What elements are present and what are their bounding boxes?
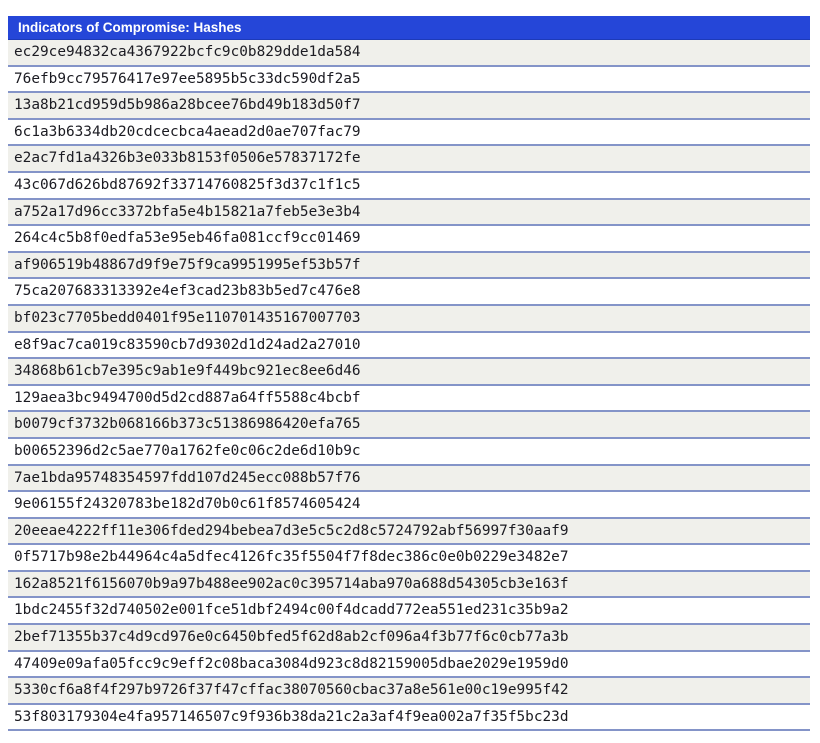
table-row: 129aea3bc9494700d5d2cd887a64ff5588c4bcbf (8, 386, 810, 413)
table-row: b0079cf3732b068166b373c51386986420efa765 (8, 412, 810, 439)
hash-value: b00652396d2c5ae770a1762fe0c06c2de6d10b9c (8, 443, 361, 459)
hash-value: 53f803179304e4fa957146507c9f936b38da21c2… (8, 709, 569, 725)
table-row: 53f803179304e4fa957146507c9f936b38da21c2… (8, 705, 810, 732)
ioc-hashes-table: Indicators of Compromise: Hashes ec29ce9… (8, 16, 810, 731)
hash-value: 13a8b21cd959d5b986a28bcee76bd49b183d50f7 (8, 97, 361, 113)
hash-value: bf023c7705bedd0401f95e110701435167007703 (8, 310, 361, 326)
hash-value: 6c1a3b6334db20cdcecbca4aead2d0ae707fac79 (8, 124, 361, 140)
table-row: 13a8b21cd959d5b986a28bcee76bd49b183d50f7 (8, 93, 810, 120)
hash-value: 0f5717b98e2b44964c4a5dfec4126fc35f5504f7… (8, 549, 569, 565)
hash-value: ec29ce94832ca4367922bcfc9c0b829dde1da584 (8, 44, 361, 60)
hash-value: 1bdc2455f32d740502e001fce51dbf2494c00f4d… (8, 602, 569, 618)
hash-value: 20eeae4222ff11e306fded294bebea7d3e5c5c2d… (8, 523, 569, 539)
table-row: e8f9ac7ca019c83590cb7d9302d1d24ad2a27010 (8, 333, 810, 360)
table-row: 264c4c5b8f0edfa53e95eb46fa081ccf9cc01469 (8, 226, 810, 253)
table-row: 6c1a3b6334db20cdcecbca4aead2d0ae707fac79 (8, 120, 810, 147)
hash-value: 162a8521f6156070b9a97b488ee902ac0c395714… (8, 576, 569, 592)
table-row: 7ae1bda95748354597fdd107d245ecc088b57f76 (8, 466, 810, 493)
table-row: b00652396d2c5ae770a1762fe0c06c2de6d10b9c (8, 439, 810, 466)
table-header-title: Indicators of Compromise: Hashes (8, 16, 810, 40)
hash-value: 9e06155f24320783be182d70b0c61f8574605424 (8, 496, 361, 512)
table-row: 43c067d626bd87692f33714760825f3d37c1f1c5 (8, 173, 810, 200)
table-row: 0f5717b98e2b44964c4a5dfec4126fc35f5504f7… (8, 545, 810, 572)
table-row: 9e06155f24320783be182d70b0c61f8574605424 (8, 492, 810, 519)
hash-value: e2ac7fd1a4326b3e033b8153f0506e57837172fe (8, 150, 361, 166)
table-row: 47409e09afa05fcc9c9eff2c08baca3084d923c8… (8, 652, 810, 679)
hash-value: 34868b61cb7e395c9ab1e9f449bc921ec8ee6d46 (8, 363, 361, 379)
hash-value: 76efb9cc79576417e97ee5895b5c33dc590df2a5 (8, 71, 361, 87)
hash-value: 129aea3bc9494700d5d2cd887a64ff5588c4bcbf (8, 390, 361, 406)
hash-value: af906519b48867d9f9e75f9ca9951995ef53b57f (8, 257, 361, 273)
table-row: 76efb9cc79576417e97ee5895b5c33dc590df2a5 (8, 67, 810, 94)
hash-value: a752a17d96cc3372bfa5e4b15821a7feb5e3e3b4 (8, 204, 361, 220)
hash-value: 75ca207683313392e4ef3cad23b83b5ed7c476e8 (8, 283, 361, 299)
hash-value: b0079cf3732b068166b373c51386986420efa765 (8, 416, 361, 432)
table-row: af906519b48867d9f9e75f9ca9951995ef53b57f (8, 253, 810, 280)
table-row: e2ac7fd1a4326b3e033b8153f0506e57837172fe (8, 146, 810, 173)
table-row: a752a17d96cc3372bfa5e4b15821a7feb5e3e3b4 (8, 200, 810, 227)
hash-value: 43c067d626bd87692f33714760825f3d37c1f1c5 (8, 177, 361, 193)
table-row: 75ca207683313392e4ef3cad23b83b5ed7c476e8 (8, 279, 810, 306)
table-row: bf023c7705bedd0401f95e110701435167007703 (8, 306, 810, 333)
table-row: 162a8521f6156070b9a97b488ee902ac0c395714… (8, 572, 810, 599)
table-row: 20eeae4222ff11e306fded294bebea7d3e5c5c2d… (8, 519, 810, 546)
table-row: 1bdc2455f32d740502e001fce51dbf2494c00f4d… (8, 598, 810, 625)
hash-value: 7ae1bda95748354597fdd107d245ecc088b57f76 (8, 470, 361, 486)
hash-rows: ec29ce94832ca4367922bcfc9c0b829dde1da584… (8, 40, 810, 731)
hash-value: 47409e09afa05fcc9c9eff2c08baca3084d923c8… (8, 656, 569, 672)
table-row: 5330cf6a8f4f297b9726f37f47cffac38070560c… (8, 678, 810, 705)
hash-value: e8f9ac7ca019c83590cb7d9302d1d24ad2a27010 (8, 337, 361, 353)
table-row: 2bef71355b37c4d9cd976e0c6450bfed5f62d8ab… (8, 625, 810, 652)
hash-value: 5330cf6a8f4f297b9726f37f47cffac38070560c… (8, 682, 569, 698)
hash-value: 264c4c5b8f0edfa53e95eb46fa081ccf9cc01469 (8, 230, 361, 246)
table-row: ec29ce94832ca4367922bcfc9c0b829dde1da584 (8, 40, 810, 67)
hash-value: 2bef71355b37c4d9cd976e0c6450bfed5f62d8ab… (8, 629, 569, 645)
table-row: 34868b61cb7e395c9ab1e9f449bc921ec8ee6d46 (8, 359, 810, 386)
